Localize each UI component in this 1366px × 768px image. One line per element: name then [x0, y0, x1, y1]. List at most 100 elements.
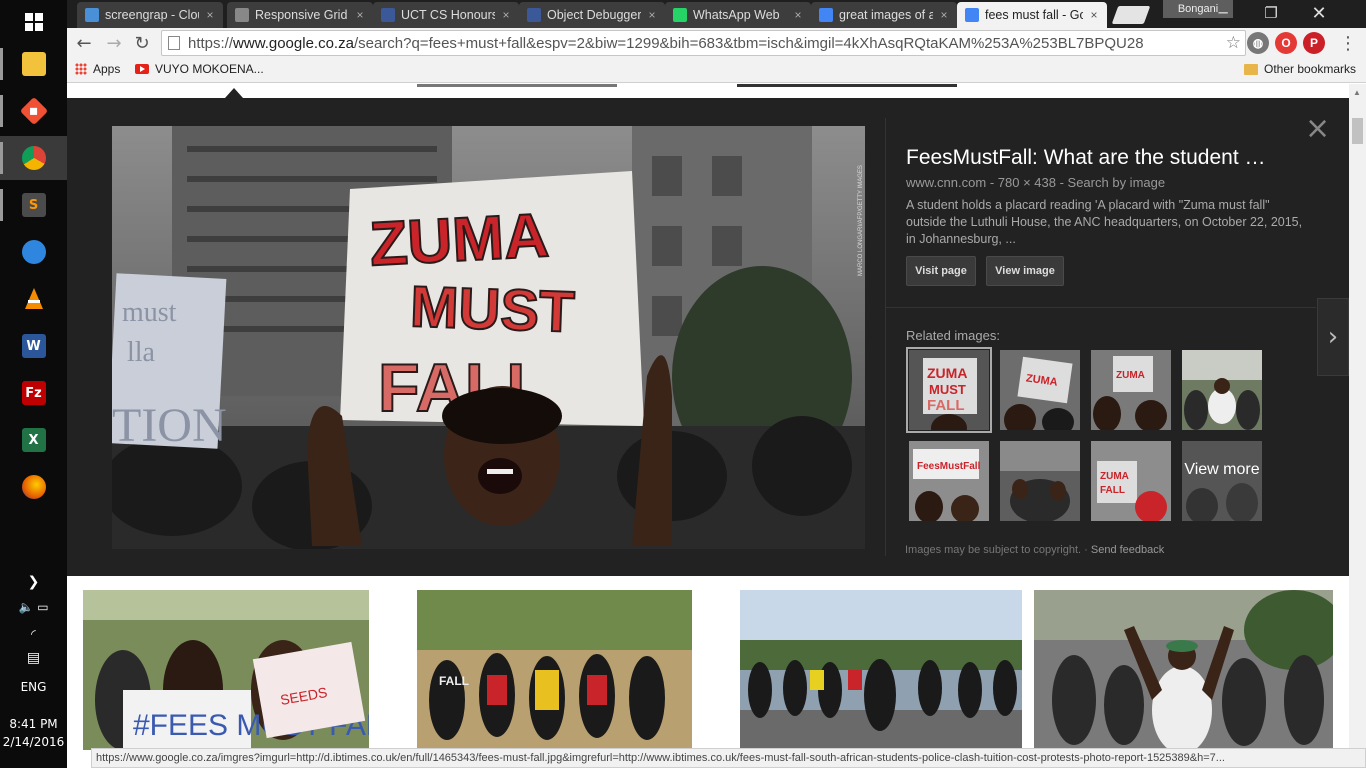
- tab-close-icon[interactable]: ×: [203, 8, 217, 22]
- svg-text:TION: TION: [112, 399, 227, 452]
- svg-text:ZUMA: ZUMA: [927, 365, 967, 381]
- show-hidden-icons[interactable]: ❯: [0, 574, 67, 590]
- chevron-right-icon: ›: [1327, 322, 1339, 352]
- related-image-thumb[interactable]: ZUMA FALL: [1091, 441, 1171, 521]
- browser-tab[interactable]: screengrap - Clou ×: [77, 2, 223, 28]
- related-image-thumb[interactable]: ZUMA MUST FALL: [906, 347, 992, 433]
- taskbar-paint[interactable]: [0, 230, 67, 274]
- tab-favicon-icon: [673, 8, 687, 22]
- language-indicator[interactable]: ENG: [0, 680, 67, 694]
- taskbar-git[interactable]: ◆: [0, 89, 67, 133]
- result-image[interactable]: #FEES MUST FALLSEEDS: [83, 590, 369, 750]
- fall-sign-text: FALL: [439, 674, 469, 688]
- sublime-text-icon: S: [21, 193, 46, 217]
- svg-text:lla: lla: [127, 337, 156, 368]
- bookmark-vuyo[interactable]: VUYO MOKOENA...: [135, 62, 264, 76]
- image-dimensions: 780 × 438: [997, 175, 1056, 190]
- taskbar-file-explorer[interactable]: [0, 42, 67, 86]
- related-image-thumb[interactable]: FeesMustFall: [909, 441, 989, 521]
- taskbar-excel[interactable]: X: [0, 418, 67, 462]
- related-image-thumb[interactable]: ZUMA: [1000, 350, 1080, 430]
- svg-text:MUST: MUST: [929, 382, 966, 397]
- taskbar-filezilla[interactable]: Fz: [0, 371, 67, 415]
- back-button[interactable]: ←: [73, 32, 95, 54]
- search-by-image-link[interactable]: Search by image: [1068, 175, 1166, 190]
- apps-grid-icon: [75, 63, 87, 75]
- bookmark-apps[interactable]: Apps: [75, 62, 120, 76]
- excel-icon: X: [21, 428, 46, 452]
- browser-tab[interactable]: Object Debugger ×: [519, 2, 665, 28]
- arrow-right-icon: →: [106, 32, 122, 54]
- taskbar-sublime[interactable]: S: [0, 183, 67, 227]
- next-image-button[interactable]: ›: [1317, 298, 1349, 376]
- result-image[interactable]: FALL: [417, 590, 692, 750]
- url-text[interactable]: https://www.google.co.za/search?q=fees+m…: [188, 35, 1245, 52]
- image-source[interactable]: www.cnn.com: [906, 175, 986, 190]
- tab-close-icon[interactable]: ×: [791, 8, 805, 22]
- tab-title: UCT CS Honours 2: [401, 8, 495, 22]
- send-feedback-link[interactable]: Send feedback: [1091, 544, 1164, 556]
- extension-globe-icon[interactable]: ◍: [1247, 32, 1269, 54]
- browser-tab[interactable]: great images of al ×: [811, 2, 957, 28]
- clock-date[interactable]: 2/14/2016: [0, 735, 67, 749]
- view-image-button[interactable]: View image: [986, 256, 1064, 286]
- result-image[interactable]: [1034, 590, 1333, 750]
- chrome-menu-button[interactable]: ⋮: [1337, 32, 1359, 54]
- related-image-thumb[interactable]: ZUMA: [1091, 350, 1171, 430]
- tab-title: WhatsApp Web: [693, 8, 780, 22]
- minimize-button[interactable]: ─: [1199, 0, 1247, 26]
- browser-tab[interactable]: Responsive Grid ×: [227, 2, 373, 28]
- page-icon: [168, 36, 180, 50]
- panel-divider: [885, 118, 886, 556]
- tab-close-icon[interactable]: ×: [499, 8, 513, 22]
- address-bar[interactable]: https://www.google.co.za/search?q=fees+m…: [161, 30, 1246, 56]
- scroll-up-icon[interactable]: ▲: [1353, 88, 1361, 97]
- browser-tab[interactable]: fees must fall - Go ×: [957, 2, 1107, 28]
- result-image[interactable]: [740, 590, 1022, 750]
- image-info: FeesMustFall: What are the student … www…: [906, 146, 1306, 248]
- taskbar-firefox[interactable]: [0, 465, 67, 509]
- reload-icon: ↻: [134, 32, 150, 54]
- taskbar-word[interactable]: W: [0, 324, 67, 368]
- new-tab-button[interactable]: [1111, 6, 1151, 24]
- taskbar-chrome[interactable]: [0, 136, 67, 180]
- volume-battery-icons[interactable]: 🔈 ▭: [0, 600, 67, 614]
- tab-close-icon[interactable]: ×: [645, 8, 659, 22]
- tab-close-icon[interactable]: ×: [937, 8, 951, 22]
- maximize-button[interactable]: ❐: [1247, 0, 1295, 26]
- selection-pointer: [225, 88, 243, 98]
- svg-text:ZUMA: ZUMA: [1116, 370, 1145, 381]
- svg-text:ZUMA: ZUMA: [1100, 471, 1129, 482]
- browser-tab[interactable]: UCT CS Honours 2 ×: [373, 2, 519, 28]
- image-title[interactable]: FeesMustFall: What are the student …: [906, 146, 1306, 170]
- close-preview-button[interactable]: ×: [1305, 114, 1330, 144]
- page-scrollbar[interactable]: ▲: [1349, 84, 1366, 768]
- start-button[interactable]: [0, 0, 67, 44]
- tab-close-icon[interactable]: ×: [353, 8, 367, 22]
- browser-tab[interactable]: WhatsApp Web ×: [665, 2, 811, 28]
- wifi-icon[interactable]: ◜: [0, 627, 67, 641]
- clock-time[interactable]: 8:41 PM: [0, 717, 67, 731]
- forward-button[interactable]: →: [103, 32, 125, 54]
- bookmark-other[interactable]: Other bookmarks: [1244, 62, 1356, 76]
- windows-start-icon: [24, 13, 43, 31]
- related-image-thumb[interactable]: [1182, 350, 1262, 430]
- reload-button[interactable]: ↻: [131, 32, 153, 54]
- close-window-button[interactable]: ✕: [1295, 0, 1343, 26]
- notifications-icon[interactable]: ▤: [0, 650, 67, 666]
- pinterest-icon[interactable]: P: [1303, 32, 1325, 54]
- arrow-left-icon: ←: [76, 32, 92, 54]
- opera-extension-icon[interactable]: O: [1275, 32, 1297, 54]
- visit-page-button[interactable]: Visit page: [906, 256, 976, 286]
- bookmark-star-icon[interactable]: ☆: [1226, 33, 1241, 53]
- tab-close-icon[interactable]: ×: [1087, 8, 1101, 22]
- main-preview-image[interactable]: must lla TION ZUMA MUST FALL MARCO LONGA…: [112, 126, 865, 549]
- youtube-icon: [135, 64, 149, 74]
- scrollbar-thumb[interactable]: [1352, 118, 1363, 144]
- view-more-button[interactable]: View more: [1182, 441, 1262, 521]
- firefox-icon: [21, 475, 46, 499]
- tab-title: fees must fall - Go: [985, 8, 1083, 22]
- taskbar-vlc[interactable]: [0, 277, 67, 321]
- related-image-thumb[interactable]: [1000, 441, 1080, 521]
- tab-title: Object Debugger: [547, 8, 641, 22]
